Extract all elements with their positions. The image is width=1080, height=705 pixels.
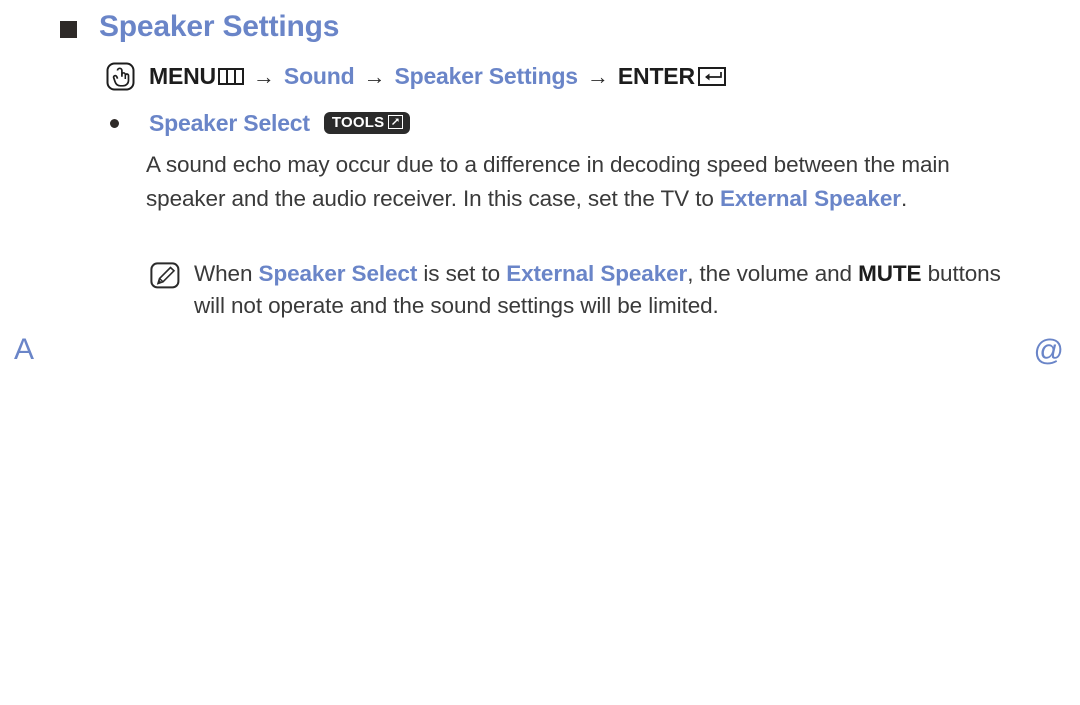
bullet-dot-icon (110, 119, 119, 128)
title-bullet-square (60, 20, 77, 38)
note-highlight-speaker-select: Speaker Select (258, 261, 418, 286)
page-corner-letter: A (14, 333, 35, 366)
description-highlight-external-speaker: External Speaker (719, 186, 901, 211)
page-corner-at-symbol: @ (1033, 334, 1064, 367)
note-text-part2: is set to (417, 261, 507, 286)
description-paragraph: A sound echo may occur due to a differen… (146, 148, 1026, 216)
tools-arrow-icon (388, 115, 404, 129)
menu-path: MENU → Sound → Speaker Settings → ENTER (106, 62, 726, 91)
page-title: Speaker Settings (60, 12, 339, 42)
enter-label: ENTER (617, 63, 695, 89)
note-text-part1: When (194, 261, 259, 286)
page-root: Speaker Settings MENU → Sound → Speaker … (0, 0, 1080, 705)
menu-label: MENU (149, 63, 216, 89)
enter-key-icon (697, 67, 726, 86)
note-block: When Speaker Select is set to External S… (150, 258, 1030, 322)
note-pen-icon (150, 262, 180, 289)
tools-badge: TOOLS (323, 111, 411, 134)
path-arrow-3: → (586, 63, 609, 89)
menu-path-step-sound: Sound (283, 63, 355, 89)
note-highlight-external-speaker: External Speaker (506, 261, 688, 286)
tools-badge-label: TOOLS (331, 113, 385, 131)
hand-pointer-icon (106, 62, 135, 91)
speaker-select-label: Speaker Select (149, 110, 310, 136)
list-item-speaker-select: Speaker Select TOOLS (110, 110, 411, 136)
path-arrow-2: → (363, 63, 386, 89)
menu-path-step-speaker-settings: Speaker Settings (394, 63, 578, 89)
page-title-text: Speaker Settings (99, 10, 340, 43)
note-text-part3: , the volume and (687, 261, 859, 286)
note-text: When Speaker Select is set to External S… (194, 258, 1030, 322)
menu-grid-icon (217, 68, 244, 85)
path-arrow-1: → (252, 63, 275, 89)
note-bold-mute: MUTE (858, 261, 922, 286)
description-text-part2: . (900, 186, 908, 211)
